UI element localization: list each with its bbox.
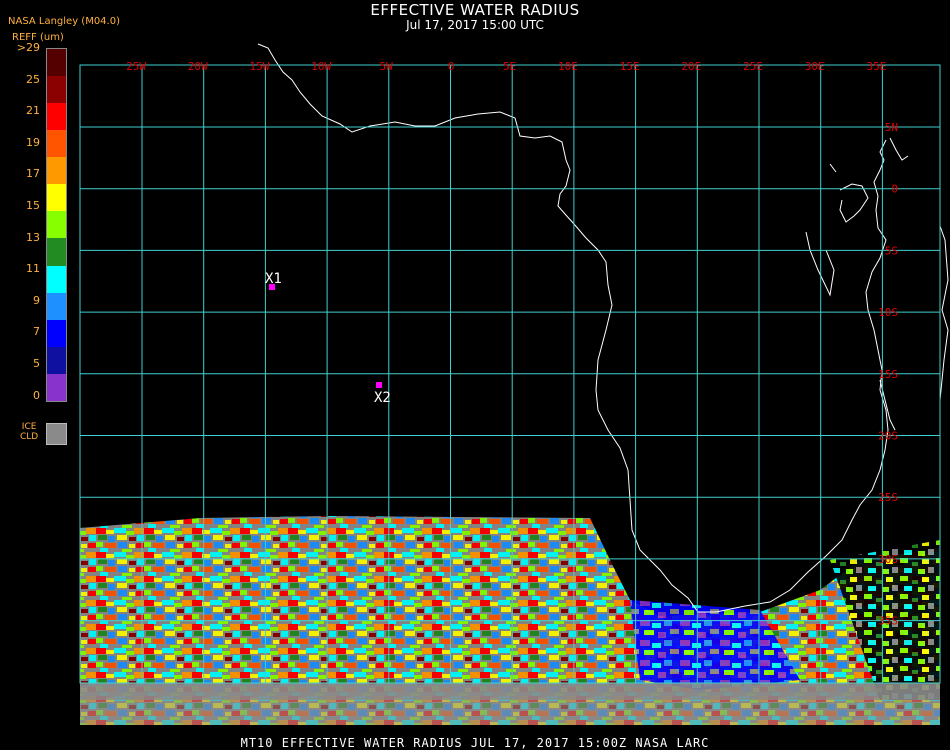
lon-label: 10W — [311, 60, 331, 73]
marker-x1-label: X1 — [265, 271, 282, 287]
lat-label: 10S — [878, 306, 898, 319]
lon-label: 30E — [805, 60, 825, 73]
lon-label: 20W — [188, 60, 208, 73]
lon-label: 5W — [380, 60, 394, 73]
marker-x2-point — [376, 382, 382, 388]
marker-x1: X1 — [265, 271, 282, 290]
lon-label: 25E — [743, 60, 763, 73]
lat-label: 20S — [878, 430, 898, 443]
lon-label: 10E — [558, 60, 578, 73]
footer-caption: MT10 EFFECTIVE WATER RADIUS JUL 17, 2017… — [240, 736, 710, 750]
map-canvas: 25W 20W 15W 10W 5W 0 5E 10E 15E 20E 25E 30E 35E 5N 0 5S… — [79, 43, 949, 725]
lon-label: 5E — [503, 60, 516, 73]
lat-label: 25S — [878, 491, 898, 504]
lat-label: 15S — [878, 368, 898, 381]
marker-x2-label: X2 — [374, 390, 391, 406]
lon-label: 35E — [867, 60, 887, 73]
lon-label: 15W — [250, 60, 270, 73]
lat-label: 0 — [891, 183, 898, 196]
lat-label: 30S — [878, 553, 898, 566]
lon-label: 25W — [126, 60, 146, 73]
lon-label: 20E — [681, 60, 701, 73]
lon-label: 15E — [620, 60, 640, 73]
lat-label: 5N — [885, 121, 898, 134]
lat-label: 5S — [885, 244, 898, 257]
lat-label: 35S — [878, 615, 898, 628]
lon-label: 0 — [448, 60, 455, 73]
